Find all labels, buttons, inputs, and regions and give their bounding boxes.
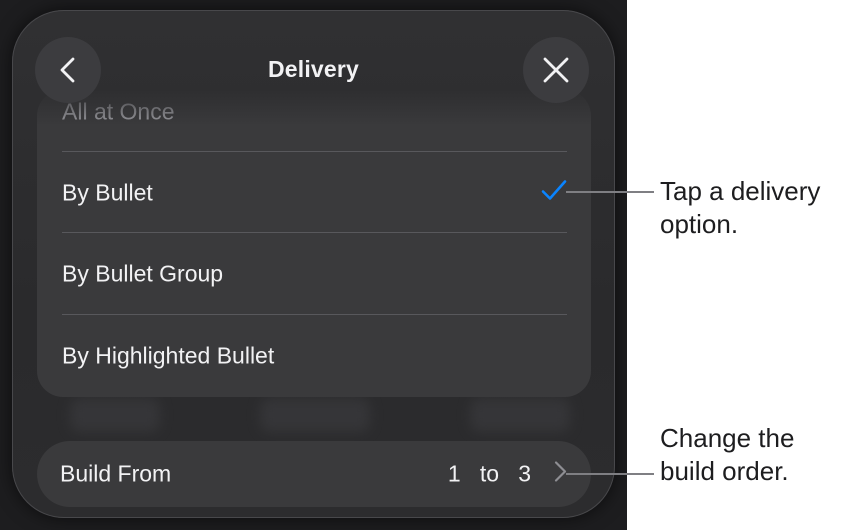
build-callout: Change the build order.: [660, 422, 794, 488]
blurred-background-control: [70, 398, 160, 432]
delivery-option-label: All at Once: [62, 98, 175, 125]
delivery-option-label: By Bullet Group: [62, 260, 224, 287]
list-divider: [62, 232, 567, 233]
callout-text: build order.: [660, 456, 789, 486]
build-from-label: Build From: [60, 460, 172, 487]
callout-text: option.: [660, 209, 739, 239]
build-from-row[interactable]: Build From 1 to 3: [37, 441, 591, 507]
chevron-right-icon: [553, 461, 567, 488]
callout-leader-line: [566, 191, 654, 193]
screenshot-stage: All at Once By Bullet By Bullet Group By…: [0, 0, 627, 530]
build-range-connector: to: [479, 460, 500, 487]
build-range-value: 1 to 3: [448, 461, 531, 488]
delivery-option-by-highlighted-bullet[interactable]: By Highlighted Bullet: [37, 316, 591, 396]
list-divider: [62, 314, 567, 315]
blurred-background-control: [470, 398, 570, 432]
callout-text: Change the: [660, 423, 795, 453]
delivery-option-label: By Bullet: [62, 179, 153, 206]
list-divider: [62, 151, 567, 152]
callout-text: Tap a delivery: [660, 176, 821, 206]
close-button[interactable]: [523, 37, 589, 103]
build-range-start: 1: [447, 460, 461, 487]
build-range-end: 3: [518, 460, 531, 487]
blurred-background-control: [260, 398, 370, 432]
delivery-option-by-bullet-group[interactable]: By Bullet Group: [37, 234, 591, 314]
callout-leader-line: [566, 473, 654, 475]
delivery-callout: Tap a delivery option.: [660, 175, 820, 241]
close-icon: [542, 56, 570, 84]
checkmark-icon: [541, 180, 567, 207]
delivery-option-label: By Highlighted Bullet: [62, 342, 275, 369]
delivery-option-by-bullet[interactable]: By Bullet: [37, 153, 591, 233]
delivery-option-all-at-once[interactable]: All at Once: [37, 72, 591, 152]
